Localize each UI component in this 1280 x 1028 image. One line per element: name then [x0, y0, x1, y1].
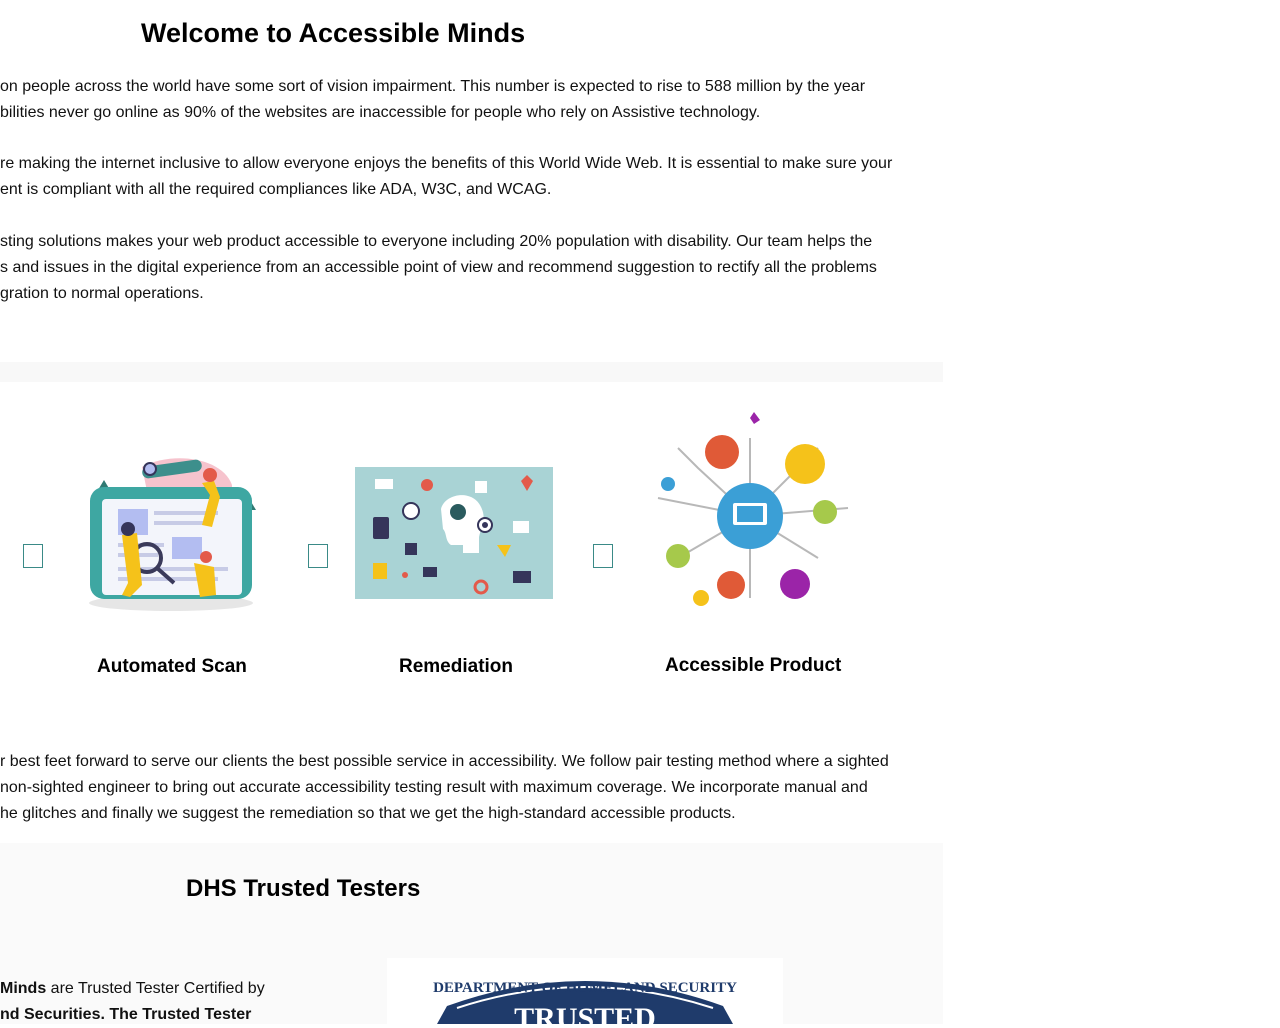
intro-p2-line1: re making the internet inclusive to allo… — [0, 155, 893, 172]
page-title: Welcome to Accessible Minds — [141, 18, 526, 48]
service-label-remediation: Remediation — [399, 656, 514, 677]
service-label-automated-scan: Automated Scan — [97, 656, 247, 677]
intro-p2-line2: ent is compliant with all the required c… — [0, 181, 552, 198]
dhs-text-line1: Minds are Trusted Tester Certified by — [0, 976, 265, 1002]
service-checkbox-accessible-product[interactable] — [593, 544, 613, 568]
service-checkbox-remediation[interactable] — [308, 544, 328, 568]
dhs-badge-emblem-icon: DEPARTMENT OF HOMELAND SECURITY TRUSTED — [433, 980, 737, 1024]
approach-line1: r best feet forward to serve our clients… — [0, 753, 889, 770]
dhs-badge-main-text: TRUSTED — [514, 1002, 656, 1024]
intro-p3-line1: sting solutions makes your web product a… — [0, 233, 873, 250]
section-divider-band — [0, 362, 943, 382]
intro-paragraph-1: on people across the world have some sor… — [0, 74, 900, 126]
intro-p3-line3: gration to normal operations. — [0, 285, 204, 302]
service-label-accessible-product: Accessible Product — [665, 655, 842, 676]
intro-p1-line1: on people across the world have some sor… — [0, 78, 866, 95]
service-checkbox-automated-scan[interactable] — [23, 544, 43, 568]
dhs-badge-top-text: DEPARTMENT OF HOMELAND SECURITY — [433, 980, 737, 996]
dhs-text-line2: nd Securities. The Trusted Tester — [0, 1006, 252, 1023]
intro-p3-line2: s and issues in the digital experience f… — [0, 259, 877, 276]
dhs-trusted-tester-badge: DEPARTMENT OF HOMELAND SECURITY TRUSTED — [387, 958, 783, 1024]
magnifier-team-illustration-icon — [89, 458, 256, 611]
approach-line3: he glitches and finally we suggest the r… — [0, 805, 736, 822]
intro-p1-line2: bilities never go online as 90% of the w… — [0, 104, 761, 121]
intro-paragraph-3: sting solutions makes your web product a… — [0, 229, 900, 307]
approach-paragraph: r best feet forward to serve our clients… — [0, 749, 900, 827]
dhs-heading: DHS Trusted Testers — [186, 875, 421, 902]
approach-line2: non-sighted engineer to bring out accura… — [0, 779, 868, 796]
head-ideas-illustration-icon — [355, 467, 553, 599]
dhs-org-name: Minds — [0, 980, 47, 997]
dhs-certified-text: are Trusted Tester Certified by — [46, 980, 265, 997]
laptop-network-illustration-icon — [657, 412, 849, 606]
intro-paragraph-2: re making the internet inclusive to allo… — [0, 151, 900, 203]
